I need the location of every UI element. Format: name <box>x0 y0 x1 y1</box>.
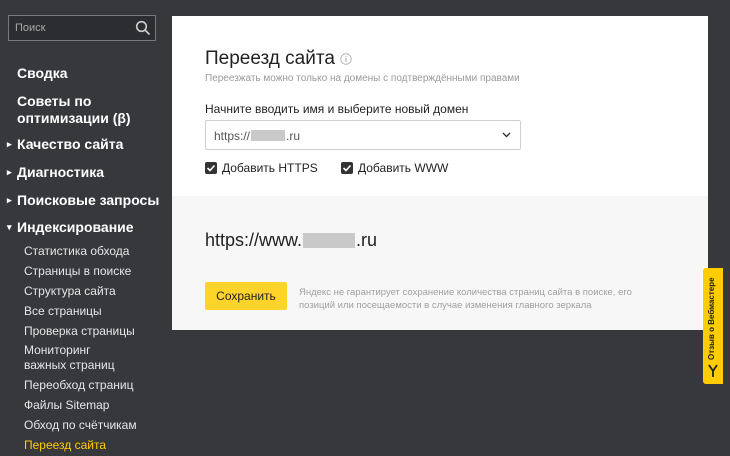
nav-subitem-recrawl[interactable]: Переобход страниц <box>24 378 133 393</box>
redacted-domain <box>303 233 356 248</box>
nav-item-search-queries[interactable]: ▸ Поисковые запросы <box>7 192 159 209</box>
nav-subitem-monitoring-line2[interactable]: важных страниц <box>24 358 115 373</box>
nav-subitem-pages-in-search[interactable]: Страницы в поиске <box>24 264 131 279</box>
www-checkbox[interactable] <box>341 162 353 174</box>
nav-subitem-counter-crawl[interactable]: Обход по счётчикам <box>24 418 137 433</box>
search-icon[interactable] <box>135 20 151 36</box>
caret-right-icon: ▸ <box>7 195 12 205</box>
nav-item-indexing[interactable]: ▾ Индексирование <box>7 219 134 236</box>
nav-item-optimization-tips-line2[interactable]: оптимизации (β) <box>17 110 131 127</box>
site-move-panel: Переезд сайта Переезжать можно только на… <box>172 16 708 330</box>
nav-item-optimization-tips[interactable]: Советы по <box>17 93 91 110</box>
https-checkbox-label: Добавить HTTPS <box>222 161 318 175</box>
feedback-label: Отзыв о Вебмастере <box>707 277 716 360</box>
redacted-domain <box>251 130 286 141</box>
nav-subitem-page-check[interactable]: Проверка страницы <box>24 324 135 339</box>
search-box[interactable] <box>8 15 156 41</box>
search-input[interactable] <box>9 16 135 40</box>
caret-right-icon: ▸ <box>7 167 12 177</box>
caret-down-icon: ▾ <box>7 222 12 232</box>
page-subtitle: Переезжать можно только на домены с подт… <box>205 73 520 84</box>
checkmark-icon <box>206 164 216 172</box>
nav-subitem-monitoring[interactable]: Мониторинг <box>24 343 91 358</box>
nav-subitem-all-pages[interactable]: Все страницы <box>24 304 102 319</box>
info-icon[interactable] <box>340 53 352 65</box>
domain-select-value: https://.ru <box>214 129 301 143</box>
nav-subitem-site-structure[interactable]: Структура сайта <box>24 284 116 299</box>
nav-subitem-site-move[interactable]: Переезд сайта <box>24 438 106 453</box>
nav-subitem-crawl-stats[interactable]: Статистика обхода <box>24 244 129 259</box>
feedback-tab[interactable]: Отзыв о Вебмастере <box>703 268 723 384</box>
save-button[interactable]: Сохранить <box>205 282 287 310</box>
nav-subitem-sitemap[interactable]: Файлы Sitemap <box>24 398 109 413</box>
checkmark-icon <box>342 164 352 172</box>
chevron-down-icon[interactable] <box>502 132 511 138</box>
domain-select[interactable]: https://.ru <box>205 120 521 150</box>
panel-result-section: https://www. .ru Сохранить Яндекс не гара… <box>172 196 708 330</box>
panel-form-section: Переезд сайта Переезжать можно только на… <box>172 16 708 196</box>
new-domain-preview: https://www. .ru <box>205 230 378 250</box>
nav-item-diagnostics[interactable]: ▸ Диагностика <box>7 164 104 181</box>
www-checkbox-label: Добавить WWW <box>358 161 449 175</box>
mirror-warning-note: Яндекс не гарантирует сохранение количес… <box>299 287 632 311</box>
https-checkbox[interactable] <box>205 162 217 174</box>
domain-field-label: Начните вводить имя и выберите новый дом… <box>205 102 469 116</box>
nav-item-summary[interactable]: Сводка <box>17 65 68 82</box>
caret-right-icon: ▸ <box>7 139 12 149</box>
yandex-logo-icon <box>708 364 718 377</box>
nav-item-site-quality[interactable]: ▸ Качество сайта <box>7 136 123 153</box>
sidebar: Сводка Советы по оптимизации (β) ▸ Качес… <box>0 0 172 456</box>
page-title: Переезд сайта <box>205 48 335 69</box>
